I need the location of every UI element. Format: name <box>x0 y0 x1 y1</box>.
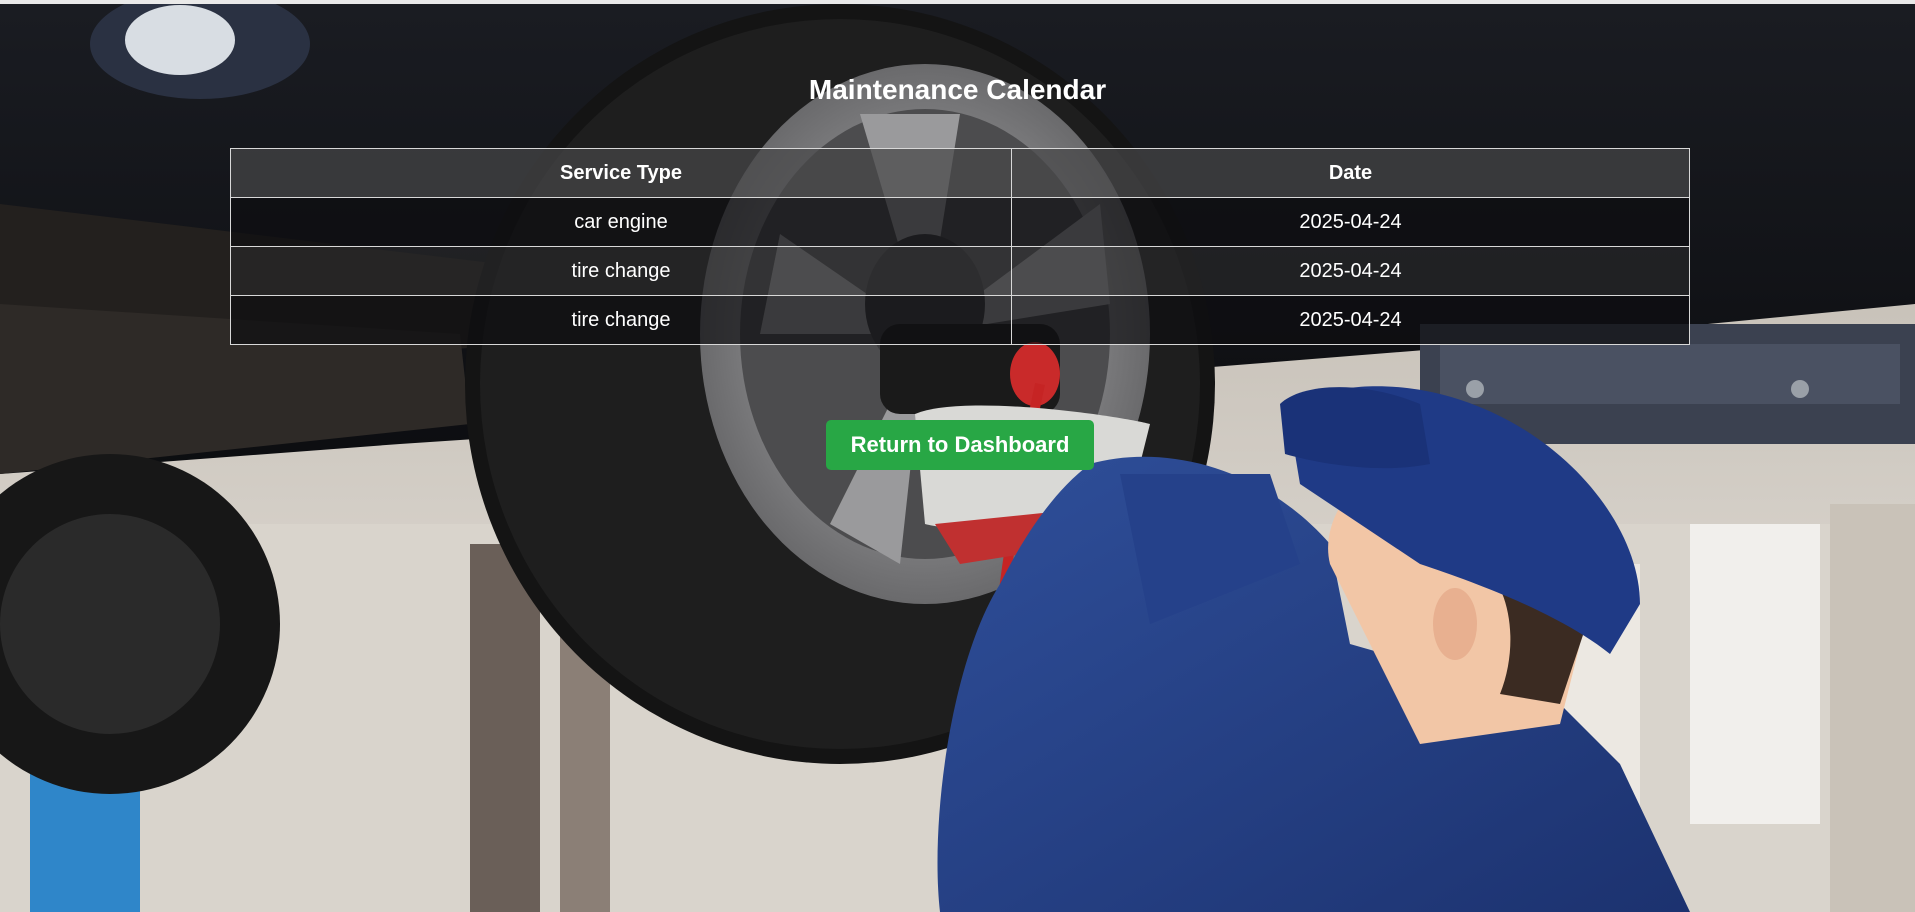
date-cell: 2025-04-24 <box>1011 295 1690 345</box>
date-cell: 2025-04-24 <box>1011 197 1690 247</box>
page: Maintenance Calendar Service Type Date c… <box>0 0 1915 912</box>
table-row: tire change 2025-04-24 <box>230 295 1690 345</box>
column-header-service-type: Service Type <box>230 148 1012 198</box>
date-cell: 2025-04-24 <box>1011 246 1690 296</box>
service-type-cell: tire change <box>230 295 1012 345</box>
service-type-cell: tire change <box>230 246 1012 296</box>
table-header-row: Service Type Date <box>230 148 1690 198</box>
maintenance-table: Service Type Date car engine 2025-04-24 … <box>230 148 1690 345</box>
return-to-dashboard-button[interactable]: Return to Dashboard <box>826 420 1094 470</box>
browser-top-border <box>0 0 1915 4</box>
table-row: tire change 2025-04-24 <box>230 246 1690 296</box>
page-title: Maintenance Calendar <box>808 74 1107 105</box>
service-type-cell: car engine <box>230 197 1012 247</box>
column-header-date: Date <box>1011 148 1690 198</box>
table-row: car engine 2025-04-24 <box>230 197 1690 247</box>
